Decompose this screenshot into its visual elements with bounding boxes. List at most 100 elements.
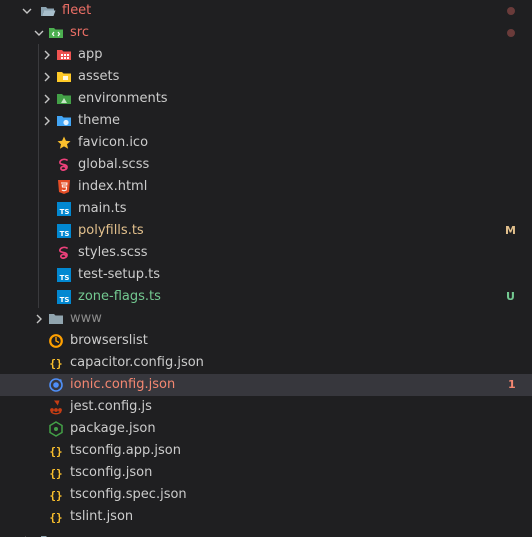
tree-item-environments[interactable]: environments <box>0 88 532 110</box>
chevron-right-icon[interactable] <box>40 48 54 62</box>
problem-count-badge: 1 <box>508 378 516 391</box>
json-icon: {} <box>49 467 62 480</box>
svg-text:{}: {} <box>49 467 62 480</box>
indent-guide <box>38 66 39 88</box>
tree-item-styles-scss[interactable]: styles.scss <box>0 242 532 264</box>
tree-item-label: ionic.config.json <box>70 377 176 392</box>
chevron-right-icon[interactable] <box>32 312 46 326</box>
tree-item-label: test-setup.ts <box>78 267 161 282</box>
tree-item-tsconfig-spec[interactable]: {} tsconfig.spec.json <box>0 484 532 506</box>
tree-item-label: polyfills.ts <box>78 223 144 238</box>
tree-item-label: tsconfig.app.json <box>70 443 181 458</box>
indent-guide <box>38 220 39 242</box>
tree-item-tsconfig-app[interactable]: {} tsconfig.app.json <box>0 440 532 462</box>
indent-guide <box>38 110 39 132</box>
tree-item-label: tslint.json <box>70 509 134 524</box>
tree-item-label: index.html <box>78 179 148 194</box>
tree-item-app[interactable]: app <box>0 44 532 66</box>
typescript-icon: TS <box>57 290 71 304</box>
tree-item-www[interactable]: www <box>0 308 532 330</box>
indent-guide <box>38 264 39 286</box>
tree-item-partial[interactable] <box>0 530 532 537</box>
tree-item-label: tsconfig.json <box>70 465 153 480</box>
indent-guide <box>38 286 39 308</box>
svg-text:{}: {} <box>49 357 62 370</box>
chevron-right-icon[interactable] <box>40 92 54 106</box>
folder-icon <box>49 314 63 324</box>
app-folder-icon <box>57 50 71 60</box>
chevron-right-icon[interactable] <box>40 114 54 128</box>
svg-text:TS: TS <box>60 208 70 216</box>
tree-item-global-scss[interactable]: global.scss <box>0 154 532 176</box>
tree-item-theme[interactable]: theme <box>0 110 532 132</box>
tree-item-jest-config[interactable]: jest.config.js <box>0 396 532 418</box>
tree-item-label: jest.config.js <box>70 399 152 414</box>
tree-item-label: environments <box>78 91 168 106</box>
tree-item-index-html[interactable]: index.html <box>0 176 532 198</box>
tree-item-label: theme <box>78 113 120 128</box>
tree-item-label: main.ts <box>78 201 127 216</box>
tree-item-zone-flags-ts[interactable]: TS zone-flags.ts U <box>0 286 532 308</box>
folder-icon <box>41 536 47 537</box>
indent-guide <box>38 198 39 220</box>
json-icon: {} <box>49 489 62 502</box>
modified-dot <box>507 29 515 37</box>
jest-icon <box>50 400 62 415</box>
indent-guide <box>38 88 39 110</box>
file-explorer: fleet src app assets environments theme … <box>0 0 532 537</box>
tree-item-label: zone-flags.ts <box>78 289 161 304</box>
tree-item-ionic-config[interactable]: ionic.config.json 1 <box>0 374 532 396</box>
tree-item-label: tsconfig.spec.json <box>70 487 187 502</box>
tree-item-test-setup-ts[interactable]: TS test-setup.ts <box>0 264 532 286</box>
svg-text:{}: {} <box>49 511 62 524</box>
tree-item-label: www <box>70 311 102 326</box>
json-icon: {} <box>49 445 62 458</box>
tree-item-tslint-json[interactable]: {} tslint.json <box>0 506 532 528</box>
sass-icon <box>59 158 68 171</box>
modified-dot <box>507 7 515 15</box>
html5-icon <box>58 180 70 194</box>
chevron-down-icon[interactable] <box>32 26 46 40</box>
svg-text:{}: {} <box>49 445 62 458</box>
svg-text:{}: {} <box>49 489 62 502</box>
tree-item-main-ts[interactable]: TS main.ts <box>0 198 532 220</box>
tree-item-src[interactable]: src <box>0 22 532 44</box>
tree-item-label: favicon.ico <box>78 135 149 150</box>
chevron-down-icon[interactable] <box>20 4 34 18</box>
tree-item-label: styles.scss <box>78 245 148 260</box>
source-folder-icon <box>49 28 63 38</box>
indent-guide <box>38 132 39 154</box>
tree-item-label: src <box>70 25 89 40</box>
tree-item-favicon[interactable]: favicon.ico <box>0 132 532 154</box>
tree-item-browserslist[interactable]: browserslist <box>0 330 532 352</box>
git-modified-badge: M <box>505 224 516 237</box>
ionic-icon <box>49 378 63 392</box>
json-icon: {} <box>49 511 62 524</box>
environments-folder-icon <box>57 94 71 104</box>
tree-item-fleet[interactable]: fleet <box>0 0 532 22</box>
tree-item-label: capacitor.config.json <box>70 355 204 370</box>
typescript-icon: TS <box>57 268 71 282</box>
tree-item-capacitor-config[interactable]: {} capacitor.config.json <box>0 352 532 374</box>
indent-guide <box>38 44 39 66</box>
json-icon: {} <box>49 357 62 370</box>
tree-item-label: package.json <box>70 421 156 436</box>
theme-folder-icon <box>57 116 71 126</box>
typescript-icon: TS <box>57 224 71 238</box>
sass-icon <box>59 246 68 259</box>
folder-open-icon <box>41 7 56 16</box>
tree-item-assets[interactable]: assets <box>0 66 532 88</box>
tree-item-label: global.scss <box>78 157 150 172</box>
nodejs-icon <box>49 421 63 437</box>
svg-text:TS: TS <box>60 296 70 304</box>
tree-item-label: app <box>78 47 103 62</box>
tree-item-polyfills-ts[interactable]: TS polyfills.ts M <box>0 220 532 242</box>
indent-guide <box>38 154 39 176</box>
git-untracked-badge: U <box>506 290 515 303</box>
tree-item-tsconfig-json[interactable]: {} tsconfig.json <box>0 462 532 484</box>
svg-text:TS: TS <box>60 230 70 238</box>
typescript-icon: TS <box>57 202 71 216</box>
chevron-right-icon[interactable] <box>40 70 54 84</box>
tree-item-package-json[interactable]: package.json <box>0 418 532 440</box>
assets-folder-icon <box>57 72 71 82</box>
